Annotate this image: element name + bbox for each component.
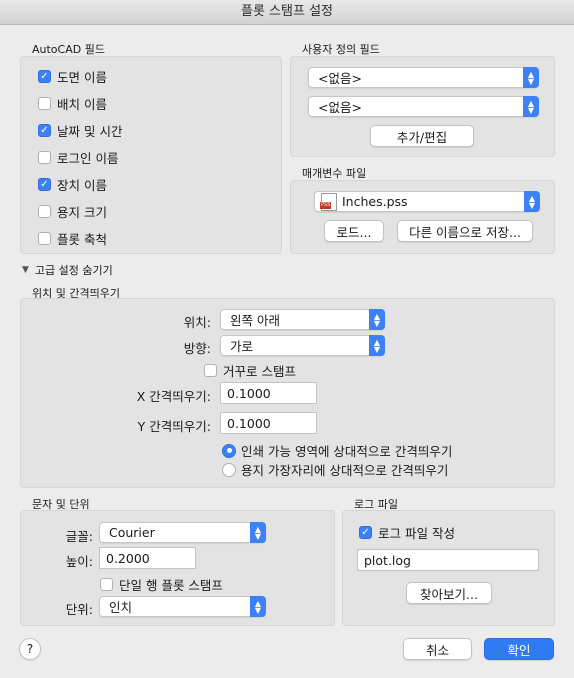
chevron-updown-icon: ▲ ▼ — [369, 335, 385, 356]
select-value: 인치 — [109, 600, 133, 615]
select-value: <없음> — [318, 100, 362, 115]
checkbox-label: 날짜 및 시간 — [57, 124, 123, 139]
checkbox-mark — [38, 151, 51, 164]
add-edit-button[interactable]: 추가/편집 — [370, 125, 474, 147]
chevron-updown-icon: ▲ ▼ — [523, 96, 539, 117]
load-button[interactable]: 로드... — [324, 220, 384, 242]
select-value: 가로 — [230, 339, 254, 354]
checkbox-mark: ✓ — [359, 526, 372, 539]
position-select[interactable]: 왼쪽 아래 ▲ ▼ — [220, 309, 385, 330]
checkbox-label: 거꾸로 스탬프 — [223, 364, 296, 379]
browse-button[interactable]: 찾아보기... — [406, 582, 492, 604]
checkbox-mark: ✓ — [38, 70, 51, 83]
checkbox-upside-down[interactable]: 거꾸로 스탬프 — [204, 361, 296, 380]
advanced-toggle-label: 고급 설정 숨기기 — [34, 264, 113, 277]
autocad-fields-group: ✓ 도면 이름 배치 이름 ✓ 날짜 및 시간 로그인 이름 ✓ 장치 이름 용… — [20, 56, 282, 254]
checkbox-label: 배치 이름 — [57, 97, 107, 112]
location-group: 위치: 왼쪽 아래 ▲ ▼ 방향: 가로 ▲ ▼ 거꾸로 스탬프 X 간격띄우기: … — [20, 298, 555, 488]
radio-label: 인쇄 가능 영역에 상대적으로 간격띄우기 — [241, 444, 453, 459]
radio-printable-area[interactable]: 인쇄 가능 영역에 상대적으로 간격띄우기 — [222, 441, 452, 460]
user-fields-label: 사용자 정의 필드 — [302, 43, 380, 56]
checkbox-date-time[interactable]: ✓ 날짜 및 시간 — [38, 121, 122, 140]
position-label: 위치: — [183, 315, 211, 330]
select-value: <없음> — [318, 71, 362, 86]
checkbox-create-log[interactable]: ✓ 로그 파일 작성 — [359, 523, 455, 542]
checkbox-mark — [204, 364, 217, 377]
units-select[interactable]: 인치 ▲ ▼ — [99, 596, 266, 617]
select-value: 왼쪽 아래 — [230, 313, 280, 328]
text-units-group: 글꼴: Courier ▲ ▼ 높이: 0.2000 단일 행 플롯 스탬프 단위… — [20, 510, 335, 626]
radio-dot — [222, 443, 236, 458]
x-offset-label: X 간격띄우기: — [136, 389, 211, 404]
checkbox-layout-name[interactable]: 배치 이름 — [38, 94, 107, 113]
log-file-group: ✓ 로그 파일 작성 plot.log 찾아보기... — [342, 510, 555, 626]
select-value: Courier — [109, 525, 155, 540]
pss-file-icon: PSS — [320, 192, 337, 211]
radio-dot — [222, 462, 236, 477]
chevron-updown-icon: ▲ ▼ — [369, 309, 385, 330]
disclosure-triangle-icon: ▼ — [22, 265, 29, 275]
checkbox-mark — [38, 97, 51, 110]
cancel-button[interactable]: 취소 — [403, 638, 472, 660]
checkbox-label: 로그인 이름 — [57, 151, 119, 166]
checkbox-label: 단일 행 플롯 스탬프 — [119, 578, 223, 593]
font-label: 글꼴: — [65, 529, 93, 544]
chevron-updown-icon: ▲ ▼ — [250, 596, 266, 617]
units-label: 단위: — [65, 602, 93, 617]
checkbox-label: 장치 이름 — [57, 178, 107, 193]
checkbox-mark — [38, 232, 51, 245]
radio-paper-edge[interactable]: 용지 가장자리에 상대적으로 간격띄우기 — [222, 460, 448, 479]
advanced-settings-toggle[interactable]: ▼ 고급 설정 숨기기 — [22, 262, 113, 278]
checkbox-mark: ✓ — [38, 124, 51, 137]
user-fields-group: <없음> ▲ ▼ <없음> ▲ ▼ 추가/편집 — [290, 56, 555, 157]
radio-label: 용지 가장자리에 상대적으로 간격띄우기 — [241, 463, 449, 478]
user-field-select-1[interactable]: <없음> ▲ ▼ — [308, 67, 539, 88]
param-file-select[interactable]: PSS Inches.pss ▲ ▼ — [314, 191, 540, 212]
window-title: 플롯 스탬프 설정 — [0, 0, 574, 25]
param-file-group: PSS Inches.pss ▲ ▼ 로드... 다른 이름으로 저장... — [290, 180, 555, 254]
checkbox-mark — [38, 205, 51, 218]
help-button[interactable]: ? — [19, 638, 41, 660]
log-filename-input[interactable]: plot.log — [357, 549, 539, 571]
checkbox-paper-size[interactable]: 용지 크기 — [38, 202, 107, 221]
checkbox-mark: ✓ — [38, 178, 51, 191]
chevron-updown-icon: ▲ ▼ — [523, 67, 539, 88]
checkbox-label: 용지 크기 — [57, 205, 107, 220]
orientation-select[interactable]: 가로 ▲ ▼ — [220, 335, 385, 356]
y-offset-input[interactable]: 0.1000 — [220, 412, 317, 434]
y-offset-label: Y 간격띄우기: — [137, 419, 211, 434]
ok-button[interactable]: 확인 — [484, 638, 554, 660]
chevron-updown-icon: ▲ ▼ — [250, 522, 266, 543]
user-field-select-2[interactable]: <없음> ▲ ▼ — [308, 96, 539, 117]
x-offset-input[interactable]: 0.1000 — [220, 382, 317, 404]
select-value: Inches.pss — [342, 194, 408, 209]
checkbox-label: 플롯 축척 — [57, 232, 107, 247]
checkbox-mark — [100, 578, 113, 591]
checkbox-drawing-name[interactable]: ✓ 도면 이름 — [38, 67, 107, 86]
save-as-button[interactable]: 다른 이름으로 저장... — [397, 220, 533, 242]
height-input[interactable]: 0.2000 — [99, 547, 196, 569]
checkbox-single-line[interactable]: 단일 행 플롯 스탬프 — [100, 575, 223, 594]
checkbox-label: 로그 파일 작성 — [378, 526, 455, 541]
orientation-label: 방향: — [183, 341, 211, 356]
checkbox-device-name[interactable]: ✓ 장치 이름 — [38, 175, 107, 194]
chevron-updown-icon: ▲ ▼ — [524, 191, 540, 212]
param-file-label: 매개변수 파일 — [302, 167, 367, 180]
checkbox-plot-scale[interactable]: 플롯 축척 — [38, 229, 107, 248]
font-select[interactable]: Courier ▲ ▼ — [99, 522, 266, 543]
checkbox-login-name[interactable]: 로그인 이름 — [38, 148, 118, 167]
checkbox-label: 도면 이름 — [57, 70, 107, 85]
height-label: 높이: — [65, 554, 93, 569]
autocad-fields-label: AutoCAD 필드 — [32, 43, 105, 56]
